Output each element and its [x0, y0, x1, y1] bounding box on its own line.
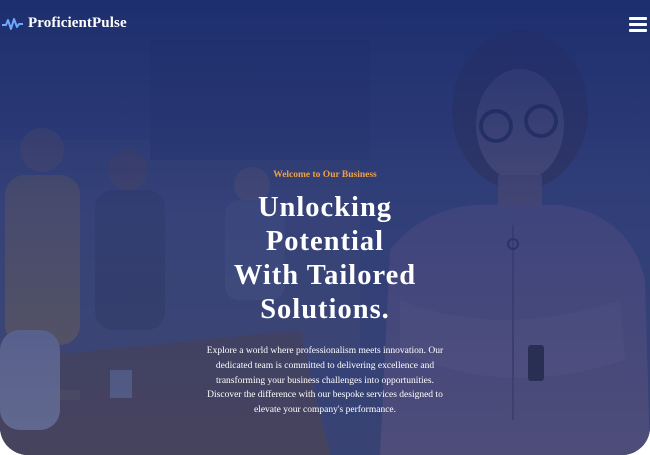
hero-section: ProficientPulse Welcome to Our Business …	[0, 0, 650, 455]
brand-name: ProficientPulse	[28, 15, 127, 31]
hero-headline: Unlocking Potential With Tailored Soluti…	[165, 191, 485, 327]
hero-description: Explore a world where professionalism me…	[206, 346, 444, 416]
headline-line: Potential	[265, 226, 385, 257]
headline-line: Unlocking	[257, 192, 393, 223]
hero-content: Welcome to Our Business Unlocking Potent…	[0, 170, 650, 418]
pulse-icon	[2, 17, 23, 30]
headline-line: With Tailored	[233, 260, 417, 291]
hamburger-menu-icon[interactable]	[629, 17, 647, 33]
headline-line: Solutions.	[260, 294, 390, 325]
hero-eyebrow: Welcome to Our Business	[273, 170, 377, 180]
top-navbar: ProficientPulse	[0, 0, 650, 52]
brand-logo[interactable]: ProficientPulse	[2, 15, 127, 32]
